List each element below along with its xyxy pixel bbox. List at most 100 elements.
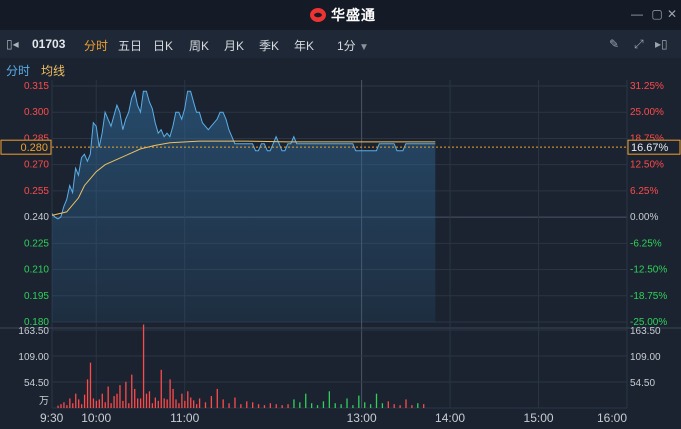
current-price-label: 0.280 [20,142,48,154]
volume-bar [399,405,401,408]
volume-tick-label: 109.00 [18,352,49,363]
volume-bar [154,397,157,408]
expand-panel-icon[interactable]: ▸▯ [655,37,668,51]
volume-bar [393,404,395,408]
volume-bar [178,403,180,408]
volume-bar [358,395,360,408]
stock-code: 01703 [32,37,66,51]
volume-bar [263,405,266,408]
interval-value: 1分 [337,39,356,53]
tab-day-k[interactable]: 日K [153,37,173,54]
time-tick-label: 15:00 [524,411,554,425]
volume-bar [198,398,201,408]
volume-bar [187,391,189,408]
volume-bar [240,404,242,408]
volume-bar [139,398,142,408]
volume-bar [137,398,139,408]
volume-bar [305,393,307,408]
volume-bar [163,398,165,408]
volume-bar [299,402,301,408]
volume-bar [98,399,100,408]
tab-month-k[interactable]: 月K [224,37,244,54]
tab-week-k[interactable]: 周K [189,37,209,54]
volume-bar [269,403,272,408]
interval-select[interactable]: 1分 ▼ [337,37,369,54]
volume-bar [95,400,98,408]
pct-tick-label: 0.00% [630,212,658,223]
minimize-icon[interactable]: — [630,7,644,21]
pct-tick-label: 31.25% [630,81,664,92]
volume-bars [57,324,425,408]
volume-tick-label: 54.50 [24,378,49,389]
timeshare-chart[interactable]: 0.315 31.25%0.300 25.00%0.285 18.75%0.270 12… [0,80,681,429]
volume-bar [195,404,198,408]
volume-tick-label-right: 54.50 [630,378,655,389]
close-icon[interactable]: ✕ [665,7,679,21]
volume-bar [328,391,330,408]
volume-bar [75,393,77,408]
volume-bar [210,396,213,408]
time-tick-label: 13:00 [347,411,377,425]
volume-bar [107,386,109,408]
volume-bar [287,404,289,408]
volume-bar [228,403,230,408]
price-tick-label: 0.210 [24,265,49,276]
volume-bar [72,403,74,408]
volume-bar [113,396,115,408]
volume-bar [364,402,366,408]
price-tick-label: 0.195 [24,291,49,302]
volume-bar [157,400,159,408]
draw-pencil-icon[interactable]: ✎ [609,37,619,51]
price-tick-label: 0.255 [24,186,49,197]
volume-bar [57,405,59,408]
volume-bar [334,403,336,408]
volume-bar [151,403,154,408]
volume-bar [122,400,124,408]
volume-bar [346,398,348,408]
app-logo: 华盛通 [309,6,376,24]
volume-bar [63,402,65,408]
legend-average: 均线 [41,64,66,78]
volume-bar [204,402,207,408]
legend-timeshare: 分时 [6,64,31,78]
indicator-legend: 分时 均线 [0,58,681,80]
price-tick-label: 0.300 [24,107,49,118]
price-tick-label: 0.240 [24,212,49,223]
volume-bar [246,401,248,408]
volume-bar [193,400,195,408]
volume-tick-label: 163.50 [18,326,49,337]
collapse-panel-icon[interactable]: ▯◂ [6,37,19,51]
chevron-down-icon: ▼ [359,42,369,53]
volume-bar [184,400,186,408]
chart-toolbar: ▯◂ 01703 分时 五日 日K 周K 月K 季K 年K 1分 ▼ ✎ ⤢ ▸… [0,30,681,59]
fullscreen-icon[interactable]: ⤢ [634,37,644,52]
tab-timeshare[interactable]: 分时 [84,37,108,54]
volume-bar [89,362,92,408]
pct-tick-label: 12.50% [630,160,664,171]
time-tick-label: 11:00 [170,411,199,425]
time-tick-label: 16:00 [597,411,627,425]
tab-five-day[interactable]: 五日 [118,37,142,54]
price-tick-label: 0.225 [24,238,49,249]
volume-bar [190,397,192,408]
volume-unit-label: 万 [39,396,49,407]
volume-bar [104,402,106,408]
time-tick-label: 10:00 [81,411,111,425]
brand-icon [310,8,326,22]
volume-bar [166,399,168,408]
pct-tick-label: 6.25% [630,186,658,197]
maximize-icon[interactable]: ▢ [650,7,664,21]
volume-bar [352,405,354,408]
volume-bar [252,402,254,408]
volume-bar [148,391,151,408]
time-tick-label: 9:30 [40,411,64,425]
volume-bar [222,399,224,408]
volume-bar [101,393,103,408]
volume-bar [310,403,313,408]
price-area-fill [52,91,436,322]
tab-quarter-k[interactable]: 季K [259,37,279,54]
tab-year-k[interactable]: 年K [294,37,314,54]
volume-bar [86,379,89,408]
volume-bar [234,397,236,408]
volume-bar [387,401,389,408]
